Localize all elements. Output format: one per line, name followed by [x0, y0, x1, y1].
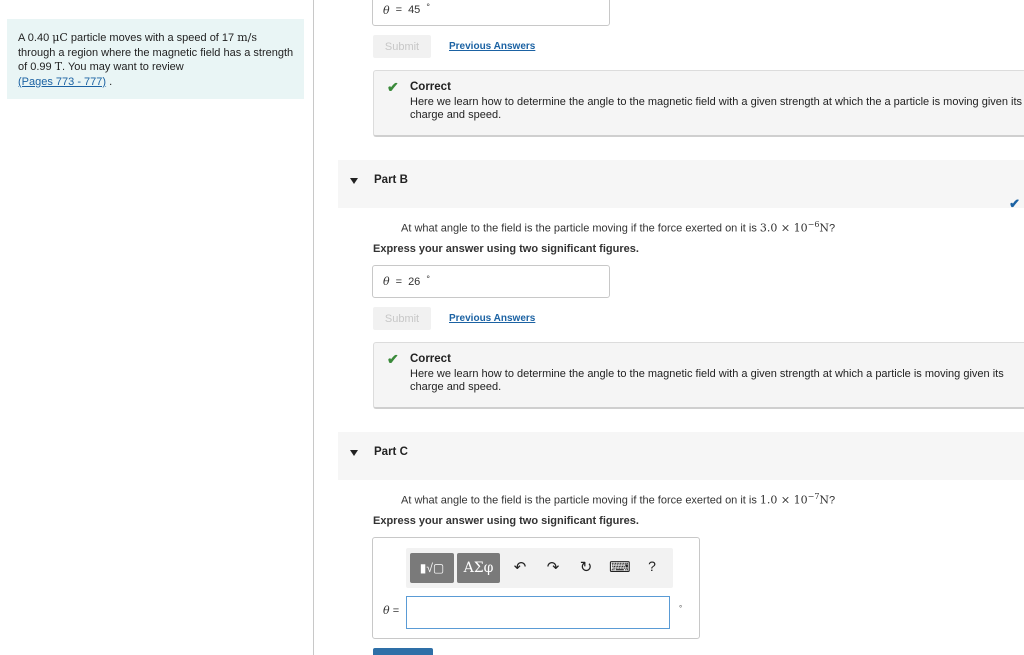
math-toolbar: ▮√▢ ΑΣφ ↶ ↷ ↻ ⌨ ? [406, 548, 673, 588]
degree-unit: ° [426, 273, 430, 284]
problem-text: particle moves with a speed of 17 [67, 32, 238, 44]
theta-symbol: θ [383, 3, 390, 17]
part-c-submit-button[interactable] [373, 648, 433, 655]
part-a-submit-button[interactable]: Submit [373, 35, 431, 58]
collapse-triangle-icon [350, 450, 358, 456]
part-b-label: Part B [374, 174, 408, 186]
part-c-instruction: Express your answer using two significan… [373, 515, 639, 527]
part-a-feedback: ✔ Correct Here we learn how to determine… [373, 70, 1024, 137]
force-value: 1.0 × 10 [759, 493, 808, 507]
force-exponent: −6 [807, 220, 820, 229]
degree-unit: ° [679, 604, 683, 613]
checkmark-icon: ✔ [387, 351, 399, 367]
help-icon[interactable]: ? [642, 558, 662, 574]
math-answer-editor: ▮√▢ ΑΣφ ↶ ↷ ↻ ⌨ ? θ = ° [372, 537, 700, 639]
theta-symbol: θ [383, 275, 390, 288]
redo-icon[interactable]: ↷ [543, 558, 563, 576]
part-b-answer-value: 26 [408, 275, 421, 288]
force-unit: N [819, 493, 830, 507]
force-unit: N [819, 221, 830, 235]
problem-text: A 0.40 [18, 32, 53, 44]
part-b-previous-answers-link[interactable]: Previous Answers [449, 313, 535, 324]
problem-sidebar: A 0.40 μC particle moves with a speed of… [0, 0, 314, 655]
theta-equals-label: θ = [383, 604, 399, 617]
part-b-header[interactable]: Part B [338, 160, 1024, 208]
part-c-answer-input[interactable] [406, 596, 670, 629]
equals-sign: = [395, 4, 403, 16]
part-c-question: At what angle to the field is the partic… [401, 492, 835, 507]
part-b-feedback: ✔ Correct Here we learn how to determine… [373, 342, 1024, 409]
theta-symbol: θ [383, 604, 390, 617]
pages-review-link[interactable]: (Pages 773 - 777) [18, 76, 106, 88]
equals-sign: = [395, 275, 403, 288]
degree-unit: ° [426, 2, 430, 12]
feedback-text: Here we learn how to determine the angle… [410, 367, 1004, 394]
problem-statement: A 0.40 μC particle moves with a speed of… [7, 19, 304, 99]
part-b-instruction: Express your answer using two significan… [373, 243, 639, 255]
reset-icon[interactable]: ↻ [576, 558, 596, 576]
problem-text: . You may want to review [62, 61, 184, 73]
problem-text: . [106, 75, 113, 88]
force-exponent: −7 [807, 492, 820, 501]
part-c-header[interactable]: Part C [338, 432, 1024, 480]
part-c-label: Part C [374, 446, 408, 458]
part-a-answer-value: 45 [408, 4, 421, 16]
feedback-title: Correct [410, 81, 451, 93]
feedback-text: Here we learn how to determine the angle… [410, 95, 1023, 122]
collapse-triangle-icon [350, 178, 358, 184]
part-complete-check-icon: ✔ [1009, 196, 1020, 211]
question-text: ? [829, 494, 836, 507]
question-text: ? [829, 222, 836, 235]
keyboard-icon[interactable]: ⌨ [609, 558, 631, 576]
checkmark-icon: ✔ [387, 79, 399, 95]
undo-icon[interactable]: ↶ [510, 558, 530, 576]
part-b-question: At what angle to the field is the partic… [401, 220, 835, 235]
feedback-title: Correct [410, 353, 451, 365]
part-a-answer-field: θ = 45 ° [372, 0, 610, 26]
part-b-submit-button[interactable]: Submit [373, 307, 431, 330]
part-b-answer-field: θ = 26 ° [372, 265, 610, 298]
templates-button[interactable]: ▮√▢ [410, 553, 454, 583]
main-content: θ = 45 ° Submit Previous Answers ✔ Corre… [318, 0, 1024, 655]
question-text: At what angle to the field is the partic… [401, 222, 760, 235]
part-a-previous-answers-link[interactable]: Previous Answers [449, 41, 535, 52]
greek-symbols-button[interactable]: ΑΣφ [457, 553, 500, 583]
equals-sign: = [392, 605, 400, 617]
charge-unit: μC [52, 31, 68, 44]
force-value: 3.0 × 10 [759, 221, 808, 235]
field-unit: T [54, 60, 63, 73]
speed-unit: m/s [237, 31, 258, 44]
question-text: At what angle to the field is the partic… [401, 494, 760, 507]
